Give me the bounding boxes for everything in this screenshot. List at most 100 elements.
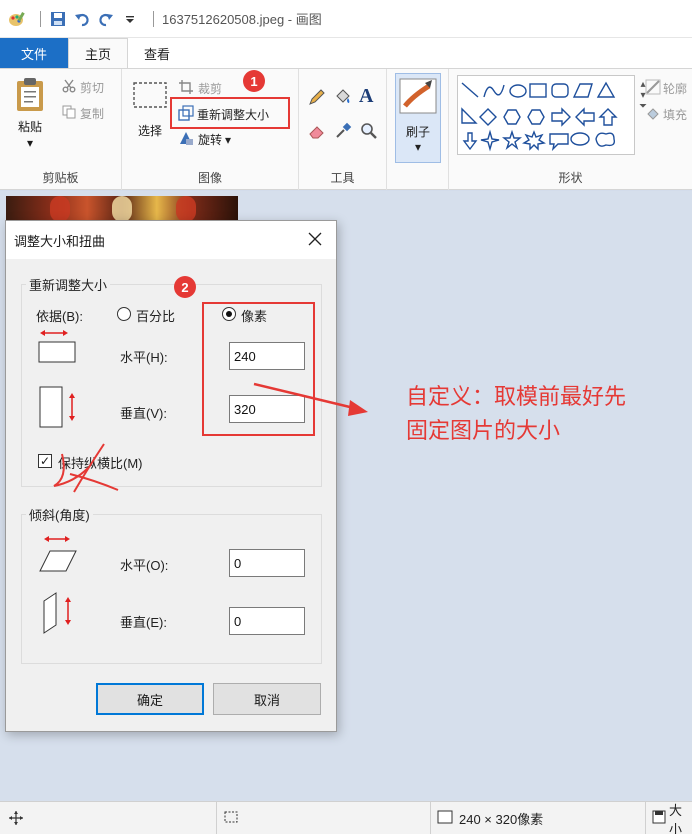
annotation-note-line-1: 自定义：取模前最好先 — [406, 384, 627, 409]
horizontal-label: 水平(H): — [120, 350, 168, 365]
ok-button[interactable]: 确定 — [96, 683, 204, 715]
brushes-group: 刷子 ▾ — [387, 69, 449, 190]
ribbon-tabs: 文件 主页 查看 — [0, 38, 692, 68]
annotation-arrow — [253, 382, 368, 416]
lantern-shape — [50, 196, 70, 222]
fill-icon — [645, 105, 661, 124]
skew-vertical-input[interactable] — [229, 607, 305, 635]
percent-radio[interactable] — [117, 307, 131, 321]
rotate-label: 旋转 — [198, 133, 223, 147]
tab-home[interactable]: 主页 — [68, 38, 129, 68]
paste-label: 粘贴 — [17, 120, 42, 134]
clipboard-group-label: 剪贴板 — [42, 171, 79, 185]
crop-button[interactable]: 裁剪 — [178, 79, 222, 98]
separator — [153, 10, 154, 27]
copy-button[interactable]: 复制 — [62, 105, 104, 122]
select-rectangle-icon — [132, 81, 168, 112]
brush-icon — [399, 78, 437, 117]
paste-dropdown-icon[interactable]: ▾ — [6, 135, 54, 151]
by-label: 依据(B): — [36, 309, 83, 324]
redo-icon[interactable] — [97, 10, 115, 28]
paste-icon — [15, 77, 45, 116]
selection-size-segment — [216, 802, 430, 834]
save-icon[interactable] — [49, 10, 67, 28]
title-bar: 1637512620508.jpeg - 画图 — [0, 0, 692, 38]
eraser-tool[interactable] — [307, 121, 327, 144]
fill-label: 填充 — [663, 108, 688, 122]
vertical-label: 垂直(V): — [120, 406, 167, 421]
pencil-tool[interactable] — [307, 87, 327, 110]
paint-app-icon[interactable] — [8, 10, 26, 28]
select-button[interactable] — [132, 81, 168, 112]
image-size-icon — [437, 810, 453, 827]
percent-label: 百分比 — [136, 309, 176, 324]
skew-horizontal-label: 水平(O): — [120, 558, 169, 573]
skew-legend: 倾斜(角度) — [26, 505, 93, 524]
tab-view[interactable]: 查看 — [128, 38, 186, 68]
cross-mark-annotation — [53, 443, 119, 493]
skew-horizontal-icon — [36, 535, 80, 578]
skew-horizontal-input[interactable] — [229, 549, 305, 577]
eyedropper-icon — [333, 121, 353, 144]
customize-toolbar-icon[interactable] — [121, 10, 139, 28]
brushes-dropdown-icon: ▾ — [414, 140, 422, 154]
skew-vertical-label: 垂直(E): — [120, 615, 167, 630]
dialog-title: 调整大小和扭曲 — [14, 233, 106, 249]
separator — [40, 10, 41, 27]
annotation-note-line-2: 固定图片的大小 — [406, 418, 561, 443]
outline-icon — [645, 79, 661, 98]
resize-horizontal-icon — [36, 329, 78, 368]
copy-label: 复制 — [80, 107, 105, 121]
shapes-gallery[interactable] — [457, 75, 635, 155]
outline-label: 轮廓 — [663, 82, 688, 96]
status-bar: 240 × 320像素 大小 — [0, 801, 692, 834]
select-label: 选择 — [137, 124, 162, 138]
rotate-button[interactable]: 旋转 ▾ — [178, 130, 231, 149]
clipboard-group: 粘贴 ▾ 剪切 复制 剪贴板 — [0, 69, 122, 190]
shapes-gallery-icons — [461, 81, 618, 152]
rotate-dropdown-icon: ▾ — [225, 132, 232, 147]
tools-group-label: 工具 — [330, 171, 355, 185]
paste-button[interactable] — [12, 77, 48, 116]
cut-label: 剪切 — [80, 81, 105, 95]
window-title: 1637512620508.jpeg - 画图 — [162, 12, 322, 27]
cursor-position-icon — [8, 810, 24, 829]
magnifier-icon — [359, 121, 379, 144]
brushes-label: 刷子 — [405, 125, 430, 139]
resize-vertical-icon — [36, 385, 78, 432]
crop-label: 裁剪 — [198, 82, 223, 96]
resize-legend: 重新调整大小 — [26, 275, 111, 294]
image-dimensions: 240 × 320像素 — [459, 812, 544, 827]
outline-button[interactable]: 轮廓 — [645, 79, 687, 98]
selection-icon — [223, 810, 239, 827]
magnifier-tool[interactable] — [359, 121, 379, 144]
scissors-icon — [62, 79, 76, 96]
image-group: 选择 裁剪 重新调整大小 旋转 ▾ 图像 — [122, 69, 299, 190]
tab-file[interactable]: 文件 — [0, 38, 68, 68]
file-size-label: 大小 — [669, 802, 683, 834]
fill-tool[interactable] — [333, 87, 353, 110]
cancel-button[interactable]: 取消 — [213, 683, 321, 715]
tools-group: A 工具 — [299, 69, 387, 190]
lantern-shape — [176, 196, 196, 222]
undo-icon[interactable] — [73, 10, 91, 28]
fill-button[interactable]: 填充 — [645, 105, 687, 124]
save-size-icon — [652, 810, 666, 827]
shapes-group-label: 形状 — [558, 171, 583, 185]
eraser-icon — [307, 121, 327, 144]
image-size-segment: 240 × 320像素 — [430, 802, 645, 834]
step-1-badge: 1 — [243, 70, 265, 92]
crop-icon — [178, 79, 194, 98]
cut-button[interactable]: 剪切 — [62, 79, 104, 96]
file-size-segment: 大小 — [645, 802, 692, 834]
copy-icon — [62, 105, 76, 122]
brushes-button[interactable]: 刷子 ▾ — [395, 73, 441, 163]
image-group-label: 图像 — [197, 171, 222, 185]
paint-bucket-icon — [333, 87, 353, 110]
step-2-badge: 2 — [174, 276, 196, 298]
text-tool[interactable]: A — [359, 85, 373, 108]
close-icon[interactable] — [304, 228, 326, 250]
resize-highlight-box — [170, 97, 290, 129]
color-picker-tool[interactable] — [333, 121, 353, 144]
dialog-title-bar: 调整大小和扭曲 — [6, 221, 336, 259]
